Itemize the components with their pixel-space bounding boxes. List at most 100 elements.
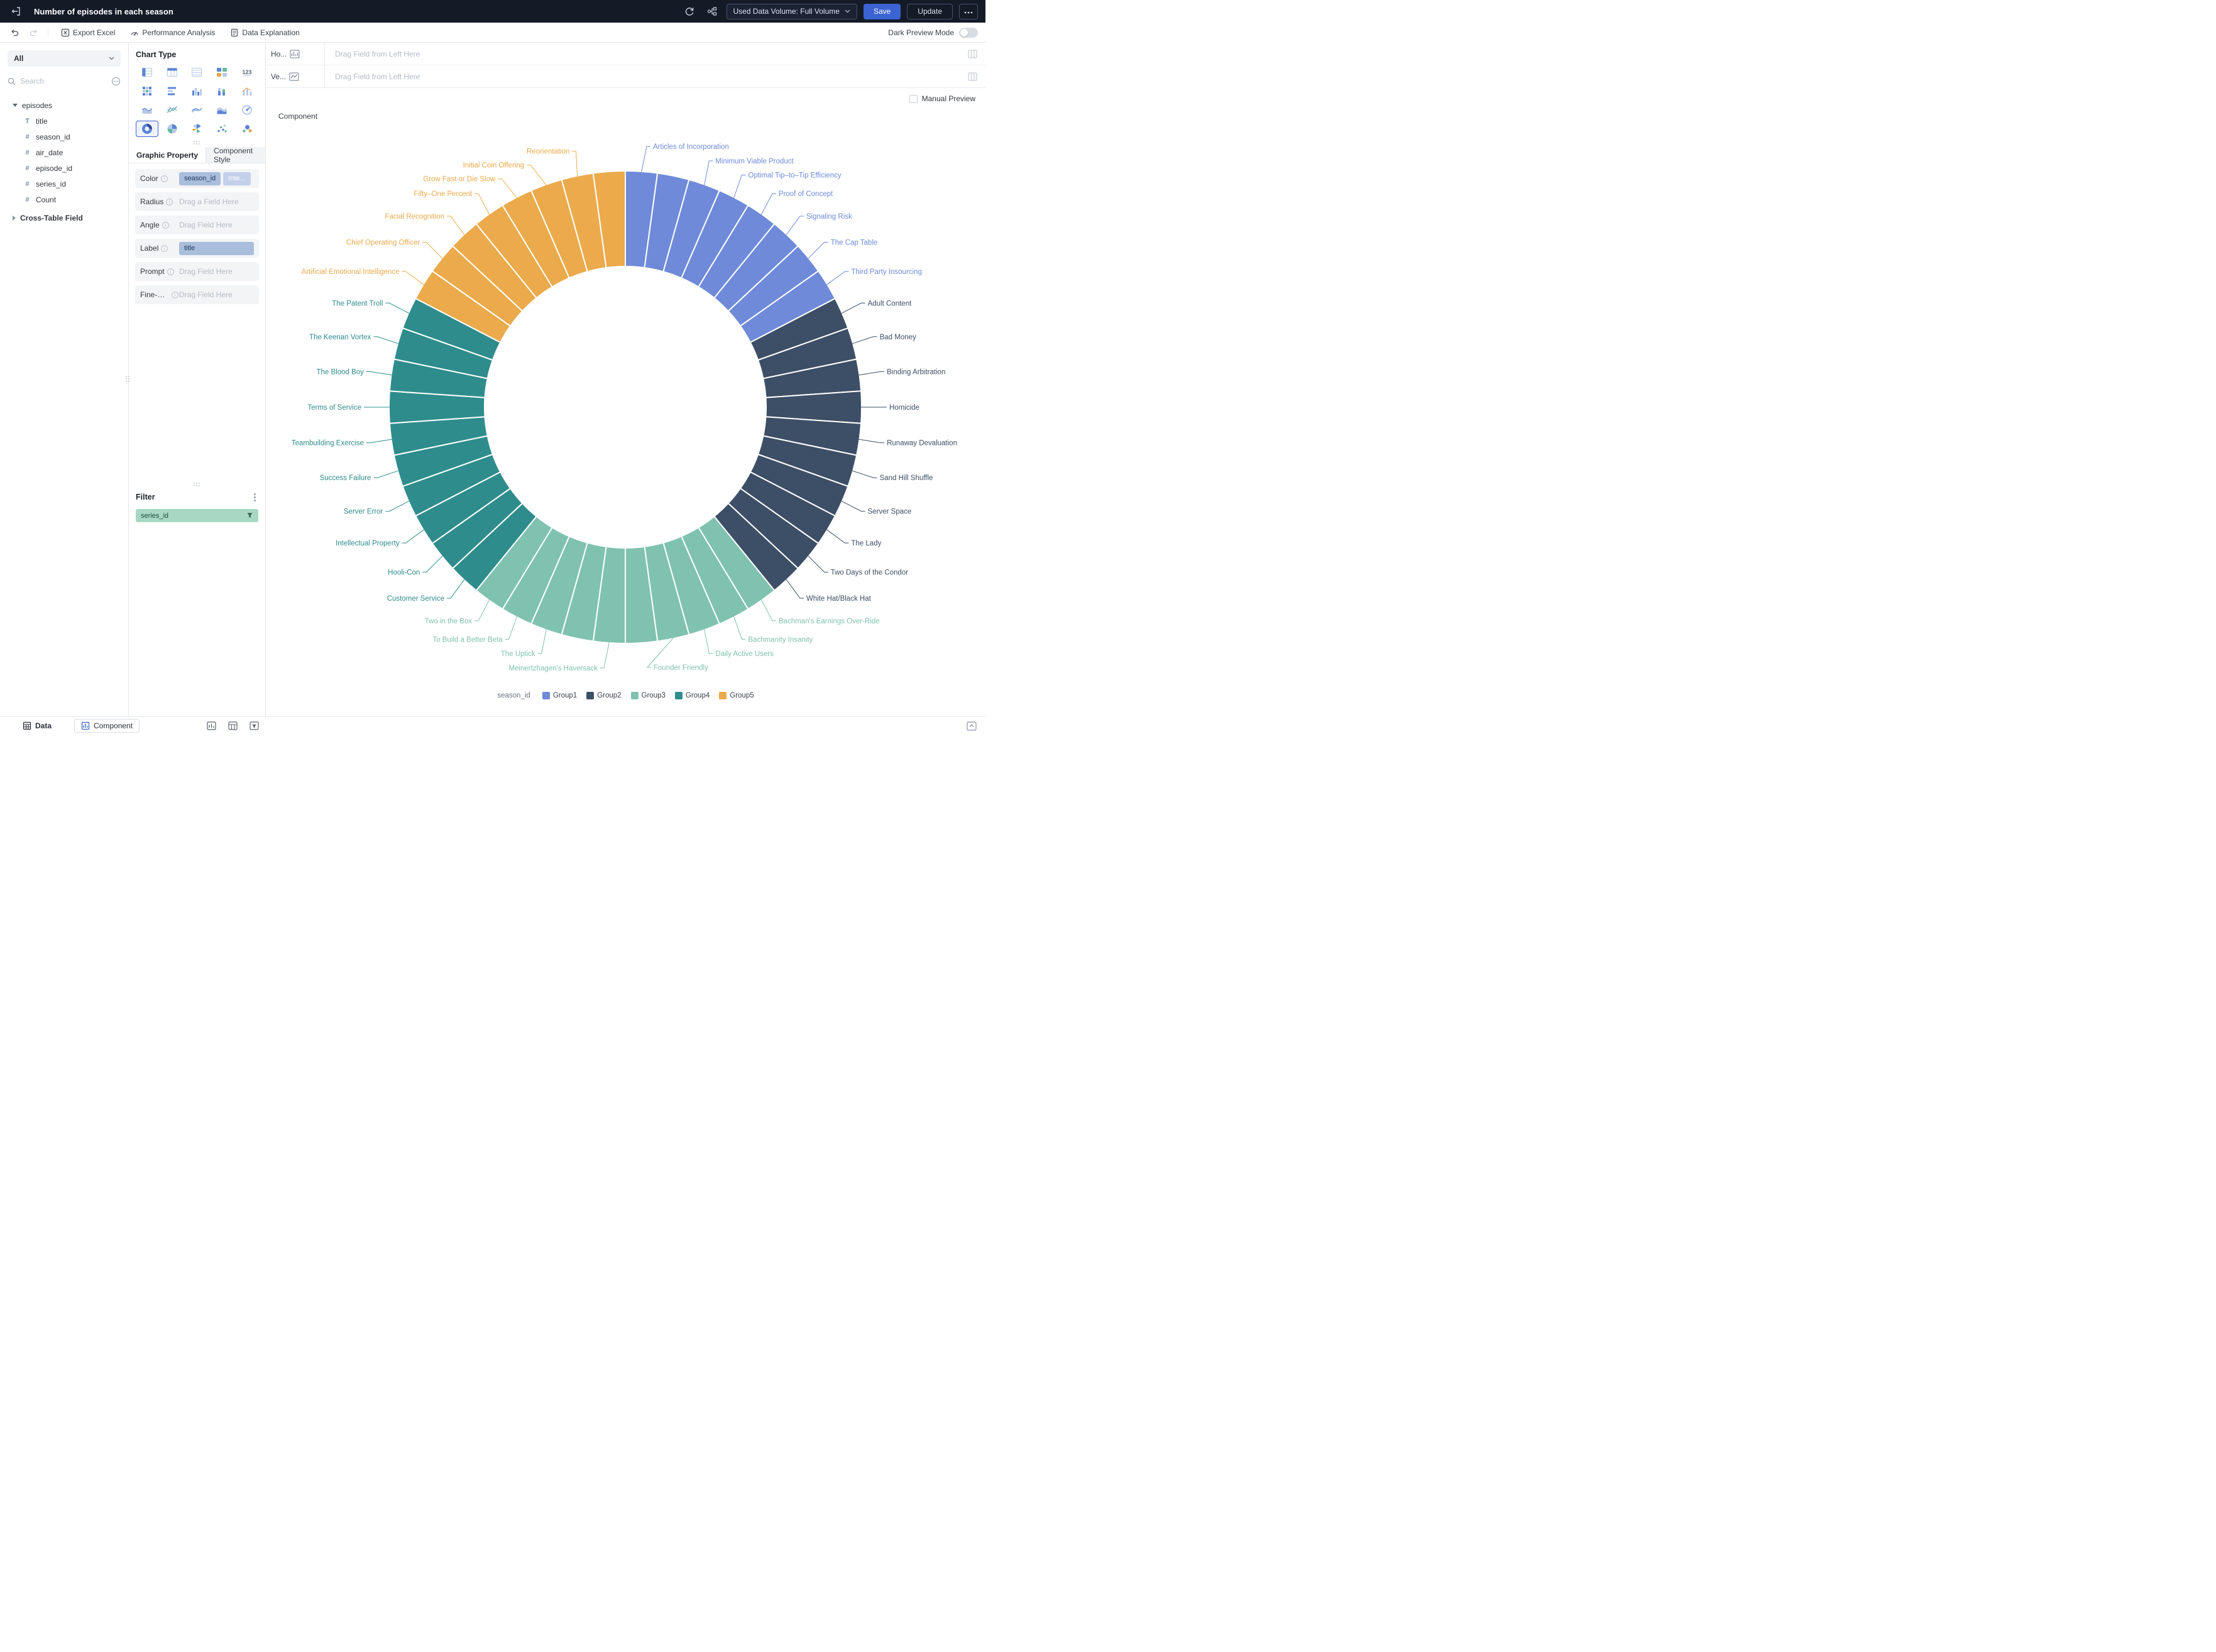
legend-item-group1[interactable]: Group1 <box>542 692 577 699</box>
chart-type-pie-donut-chart-icon[interactable] <box>136 121 158 137</box>
field-item-season_id[interactable]: #season_id <box>0 129 128 145</box>
vertical-shelf-dropzone[interactable]: Drag Field from Left Here <box>325 65 959 87</box>
legend-item-group5[interactable]: Group5 <box>719 692 754 699</box>
insert-table-icon[interactable] <box>226 719 239 732</box>
legend-item-group4[interactable]: Group4 <box>675 692 710 699</box>
chart-type-grouped-table-icon[interactable] <box>136 64 158 80</box>
chart-type-pie-chart-icon[interactable] <box>161 121 184 137</box>
tab-component[interactable]: Component <box>74 719 140 733</box>
tab-graphic-property[interactable]: Graphic Property <box>129 147 206 163</box>
label-leader-line <box>826 530 848 543</box>
search-options-icon[interactable] <box>111 77 121 86</box>
tab-data[interactable]: Data <box>16 719 58 732</box>
property-tabs: Graphic Property Component Style <box>129 147 265 163</box>
chart-type-gauge-chart-icon[interactable] <box>236 102 258 118</box>
chart-type-kpi-card-icon[interactable]: 123 <box>236 64 258 80</box>
property-dropzone[interactable]: title <box>179 242 254 255</box>
update-button[interactable]: Update <box>907 4 953 19</box>
property-dropzone[interactable]: Drag a Field Here <box>179 197 254 206</box>
legend-label: Group2 <box>597 692 621 699</box>
chart-type-range-area-chart-icon[interactable] <box>186 102 209 118</box>
dropzone-placeholder: Drag Field Here <box>179 290 233 299</box>
chart-type-line-chart-icon[interactable] <box>161 102 184 118</box>
segment-label: Reorientation <box>527 148 569 156</box>
horizontal-shelf-selector[interactable]: Ho... <box>266 43 325 65</box>
vertical-shelf-selector[interactable]: Ve... <box>266 65 325 87</box>
property-dropzone[interactable]: Drag Field Here <box>179 267 254 276</box>
collapse-panel-icon[interactable] <box>965 719 978 732</box>
data-explanation-button[interactable]: Data Explanation <box>225 26 304 40</box>
data-volume-dropdown[interactable]: Used Data Volume: Full Volume <box>727 4 857 19</box>
chart-type-column-chart-icon[interactable] <box>186 83 209 99</box>
legend-item-group2[interactable]: Group2 <box>586 692 621 699</box>
label-leader-line <box>808 243 828 259</box>
field-item-title[interactable]: Ttitle <box>0 113 128 129</box>
chart-type-scatter-chart-icon[interactable] <box>211 121 233 137</box>
chart-type-card-group-icon[interactable] <box>211 64 233 80</box>
label-leader-line <box>826 271 848 285</box>
panel-drag-handle[interactable] <box>194 141 201 146</box>
field-item-episode_id[interactable]: #episode_id <box>0 160 128 176</box>
more-button[interactable] <box>959 4 978 19</box>
ellipsis-icon <box>964 11 973 14</box>
chart-type-bubble-chart-icon[interactable] <box>236 121 258 137</box>
field-chip-title[interactable]: title <box>179 242 254 255</box>
chart-type-combination-chart-icon[interactable] <box>236 83 258 99</box>
lineage-icon[interactable] <box>704 3 720 19</box>
filter-chip-series-id[interactable]: series_id <box>136 509 258 522</box>
field-item-Count[interactable]: #Count <box>0 192 128 207</box>
property-dropzone[interactable]: Drag Field Here <box>179 221 254 229</box>
field-tree: episodes Ttitle#season_id#air_date#episod… <box>0 97 128 226</box>
search-input[interactable] <box>20 77 107 85</box>
field-name: title <box>36 117 48 126</box>
field-chip-season-id[interactable]: season_id <box>179 172 221 185</box>
label-leader-line <box>859 371 885 375</box>
dataset-scope-dropdown[interactable]: All <box>8 50 121 67</box>
gauge-icon <box>130 28 139 37</box>
exit-icon[interactable] <box>8 3 24 19</box>
cross-table-field-toggle[interactable]: Cross-Table Field <box>0 210 128 226</box>
chart-type-detail-table-icon[interactable] <box>186 64 209 80</box>
export-excel-label: Export Excel <box>73 28 115 37</box>
chart-type-rose-chart-icon[interactable] <box>186 121 209 137</box>
vertical-shelf-settings-icon[interactable] <box>959 65 985 87</box>
performance-analysis-label: Performance Analysis <box>142 28 215 37</box>
data-volume-value: Used Data Volume: Full Volume <box>733 7 840 16</box>
field-group-label: episodes <box>22 101 52 110</box>
field-chip-inte-[interactable]: Inte... <box>223 172 251 185</box>
field-item-air_date[interactable]: #air_date <box>0 145 128 160</box>
horizontal-shelf-dropzone[interactable]: Drag Field from Left Here <box>325 43 959 65</box>
chart-type-stacked-area-chart-icon[interactable] <box>211 102 233 118</box>
redo-button[interactable] <box>26 26 40 40</box>
save-button[interactable]: Save <box>864 4 901 19</box>
undo-button[interactable] <box>8 26 21 40</box>
property-label: Fine-grainedi <box>140 290 179 299</box>
horizontal-shelf-settings-icon[interactable] <box>959 43 985 65</box>
info-icon: i <box>167 268 174 275</box>
insert-chart-icon[interactable] <box>205 719 217 732</box>
filter-drag-handle[interactable] <box>194 483 201 488</box>
insert-filter-icon[interactable] <box>248 719 260 732</box>
filter-menu-icon[interactable] <box>254 496 256 498</box>
chart-type-area-chart-icon[interactable] <box>136 102 158 118</box>
property-dropzone[interactable]: season_idInte... <box>179 172 254 185</box>
collapsed-caret-icon <box>13 216 16 221</box>
field-group-episodes[interactable]: episodes <box>0 97 128 113</box>
label-leader-line <box>852 471 877 478</box>
tab-component-style[interactable]: Component Style <box>206 147 265 163</box>
property-dropzone[interactable]: Drag Field Here <box>179 290 254 299</box>
field-item-series_id[interactable]: #series_id <box>0 176 128 192</box>
dark-preview-toggle[interactable] <box>959 28 978 38</box>
label-leader-line <box>498 179 517 198</box>
refresh-icon[interactable] <box>681 3 698 19</box>
panel-resize-handle[interactable] <box>126 376 131 383</box>
chart-type-cross-table-icon[interactable] <box>161 64 184 80</box>
legend-swatch <box>631 692 639 699</box>
chart-type-grid-plot-icon[interactable] <box>136 83 158 99</box>
segment-label: The Blood Boy <box>316 368 364 376</box>
chart-type-stacked-column-chart-icon[interactable] <box>211 83 233 99</box>
export-excel-button[interactable]: Export Excel <box>56 26 120 40</box>
chart-type-bar-chart-icon[interactable] <box>161 83 184 99</box>
performance-analysis-button[interactable]: Performance Analysis <box>125 26 220 40</box>
legend-item-group3[interactable]: Group3 <box>631 692 666 699</box>
